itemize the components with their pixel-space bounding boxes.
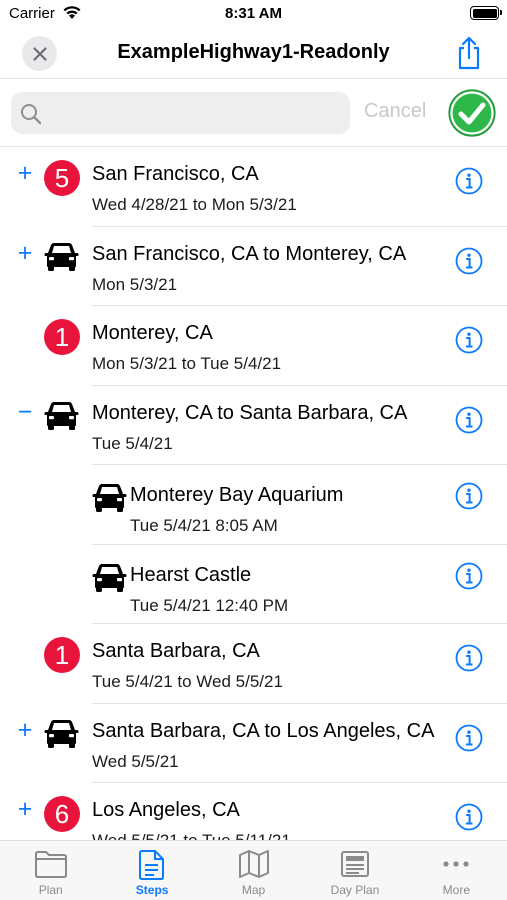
steps-list: +5 San Francisco, CA Wed 4/28/21 to Mon 5/… bbox=[0, 147, 507, 840]
info-icon[interactable] bbox=[455, 167, 483, 195]
tab-label: Plan bbox=[38, 883, 63, 897]
info-icon[interactable] bbox=[455, 724, 483, 752]
tab-label: Map bbox=[241, 883, 266, 897]
share-icon[interactable] bbox=[455, 36, 483, 70]
step-title: Monterey, CA bbox=[92, 322, 213, 344]
step-subtitle: Mon 5/3/21 bbox=[92, 274, 178, 294]
step-subtitle: Tue 5/4/21 12:40 PM bbox=[130, 595, 289, 615]
tab-label: Steps bbox=[135, 883, 169, 897]
status-bar: Carrier 8:31 AM bbox=[0, 0, 507, 28]
search-icon bbox=[21, 104, 42, 125]
nights-badge: 1 bbox=[44, 637, 80, 673]
tab-map[interactable]: Map bbox=[203, 841, 304, 900]
info-icon[interactable] bbox=[455, 644, 483, 672]
expand-button[interactable]: + bbox=[14, 161, 36, 186]
expand-button[interactable]: + bbox=[14, 717, 36, 742]
car-icon bbox=[44, 719, 79, 749]
step-subtitle: Wed 4/28/21 to Mon 5/3/21 bbox=[92, 195, 297, 214]
info-icon[interactable] bbox=[455, 803, 483, 831]
step-title: Monterey Bay Aquarium bbox=[130, 484, 344, 506]
more-icon bbox=[443, 861, 469, 867]
page-title: ExampleHighway1-Readonly bbox=[117, 41, 390, 63]
step-row[interactable]: 1 Santa Barbara, CA Tue 5/4/21 to Wed 5/5/… bbox=[0, 624, 507, 704]
step-row[interactable]: 1 Monterey, CA Mon 5/3/21 to Tue 5/4/21 bbox=[0, 306, 507, 386]
tab-label: Day Plan bbox=[330, 883, 380, 897]
step-title: Los Angeles, CA bbox=[92, 799, 240, 821]
navigation-bar: ExampleHighway1-Readonly bbox=[0, 28, 507, 78]
info-icon[interactable] bbox=[455, 247, 483, 275]
info-icon[interactable] bbox=[455, 326, 483, 354]
step-subtitle: Wed 5/5/21 bbox=[92, 751, 179, 771]
car-icon bbox=[44, 401, 79, 431]
nights-badge: 1 bbox=[44, 319, 80, 355]
info-icon[interactable] bbox=[455, 562, 483, 590]
nights-badge: 6 bbox=[44, 796, 80, 832]
close-icon bbox=[32, 46, 47, 61]
step-row[interactable]: +6 Los Angeles, CA Wed 5/5/21 to Tue 5/11/… bbox=[0, 783, 507, 840]
step-subtitle: Mon 5/3/21 to Tue 5/4/21 bbox=[92, 354, 282, 373]
car-icon bbox=[92, 563, 127, 593]
cancel-button[interactable]: Cancel bbox=[364, 100, 426, 123]
tab-plan[interactable]: Plan bbox=[0, 841, 101, 900]
step-title: Santa Barbara, CA bbox=[92, 640, 260, 662]
collapse-button[interactable]: − bbox=[14, 399, 36, 424]
expand-button[interactable]: + bbox=[14, 240, 36, 265]
step-title: Monterey, CA to Santa Barbara, CA bbox=[92, 401, 408, 424]
folder-icon bbox=[34, 851, 67, 878]
step-subtitle: Tue 5/4/21 8:05 AM bbox=[130, 516, 278, 535]
checkmark-circle-icon[interactable] bbox=[448, 89, 496, 137]
step-row[interactable]: + Santa Barbara, CA to Los Angeles, CA Wed… bbox=[0, 704, 507, 783]
close-button[interactable] bbox=[22, 36, 57, 71]
expand-button[interactable]: + bbox=[14, 797, 36, 822]
search-input[interactable] bbox=[49, 92, 339, 134]
newspaper-icon bbox=[340, 851, 369, 877]
battery-icon bbox=[470, 6, 502, 20]
step-title: Santa Barbara, CA to Los Angeles, CA bbox=[92, 719, 435, 742]
map-icon bbox=[238, 850, 269, 878]
search-field[interactable] bbox=[11, 92, 350, 134]
step-title: San Francisco, CA to Monterey, CA bbox=[92, 242, 407, 265]
tab-steps[interactable]: Steps bbox=[101, 841, 202, 900]
tab-bar: Plan Steps Map Day Plan More bbox=[0, 840, 507, 900]
car-icon bbox=[44, 242, 79, 272]
tab-more[interactable]: More bbox=[406, 841, 507, 900]
nav-divider bbox=[0, 78, 507, 79]
tab-label: More bbox=[442, 883, 470, 897]
step-row[interactable]: +5 San Francisco, CA Wed 4/28/21 to Mon 5/… bbox=[0, 147, 507, 227]
nights-badge: 5 bbox=[44, 160, 80, 196]
tab-day-plan[interactable]: Day Plan bbox=[304, 841, 405, 900]
step-title: San Francisco, CA bbox=[92, 163, 259, 185]
clock: 8:31 AM bbox=[225, 5, 282, 22]
step-subtitle: Tue 5/4/21 to Wed 5/5/21 bbox=[92, 672, 283, 691]
step-subtitle: Wed 5/5/21 to Tue 5/11/21 bbox=[92, 831, 291, 840]
step-row[interactable]: Monterey Bay Aquarium Tue 5/4/21 8:05 AM bbox=[0, 465, 507, 545]
step-title: Hearst Castle bbox=[130, 563, 252, 586]
step-row[interactable]: Hearst Castle Tue 5/4/21 12:40 PM bbox=[0, 545, 507, 624]
car-icon bbox=[92, 483, 127, 513]
info-icon[interactable] bbox=[455, 406, 483, 434]
info-icon[interactable] bbox=[455, 482, 483, 510]
step-subtitle: Tue 5/4/21 bbox=[92, 433, 173, 453]
document-icon bbox=[139, 850, 165, 880]
step-row[interactable]: − Monterey, CA to Santa Barbara, CA Tue 5/… bbox=[0, 386, 507, 465]
step-row[interactable]: + San Francisco, CA to Monterey, CA Mon 5/… bbox=[0, 227, 507, 306]
